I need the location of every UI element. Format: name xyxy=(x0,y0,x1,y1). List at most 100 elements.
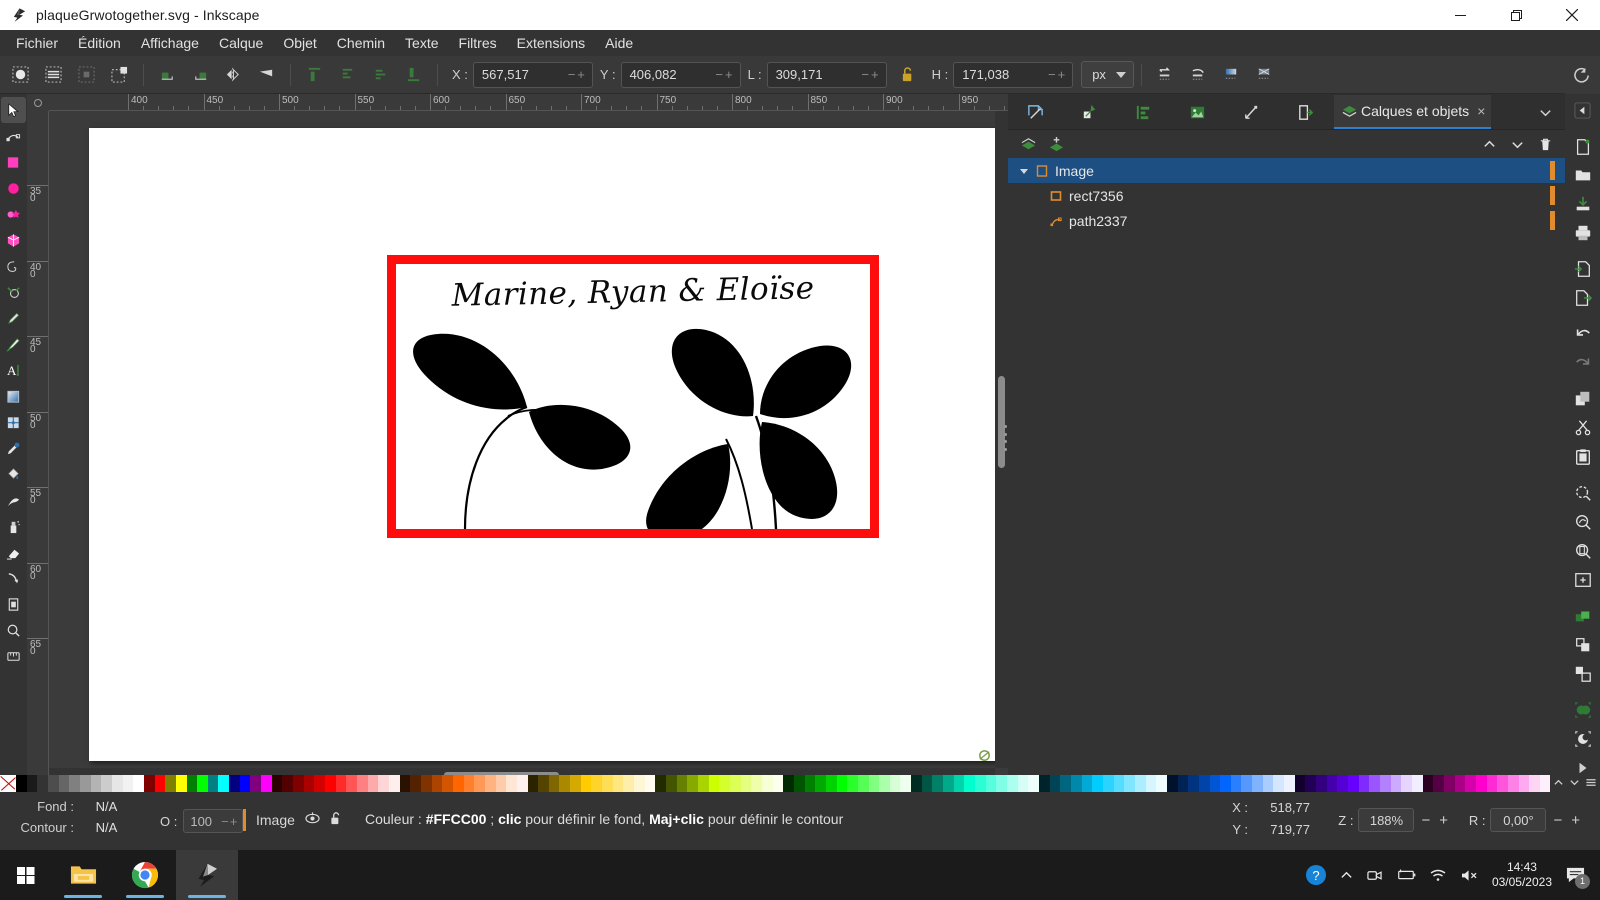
palette-swatch[interactable] xyxy=(1284,775,1295,792)
palette-swatch[interactable] xyxy=(1188,775,1199,792)
palette-swatch[interactable] xyxy=(1358,775,1370,792)
palette-swatch[interactable] xyxy=(1007,775,1018,792)
no-color-swatch[interactable] xyxy=(0,775,16,792)
print-button[interactable] xyxy=(1567,219,1598,248)
palette-swatch[interactable] xyxy=(1380,775,1391,792)
flip-vertical-icon[interactable] xyxy=(251,61,282,89)
height-field[interactable]: 171,038 −+ xyxy=(953,61,1074,88)
object-properties-icon[interactable] xyxy=(1062,95,1116,129)
palette-swatch[interactable] xyxy=(218,775,230,792)
palette-swatch[interactable] xyxy=(825,775,837,792)
palette-swatch[interactable] xyxy=(122,775,134,792)
palette-swatch[interactable] xyxy=(154,775,166,792)
palette-swatch[interactable] xyxy=(1070,775,1082,792)
select-all-layers-icon[interactable] xyxy=(38,61,69,89)
palette-swatch[interactable] xyxy=(367,775,379,792)
layer-row-image[interactable]: Image xyxy=(1008,158,1565,183)
zoom-control[interactable]: Z : 188% − + xyxy=(1338,808,1450,832)
pencil-tool[interactable] xyxy=(1,279,26,305)
zoom-page-button[interactable] xyxy=(1567,537,1598,566)
palette-swatch[interactable] xyxy=(1294,775,1306,792)
palette-swatch[interactable] xyxy=(1081,775,1093,792)
palette-swatch[interactable] xyxy=(964,775,976,792)
palette-swatch[interactable] xyxy=(1049,775,1061,792)
layer-row-rect7356[interactable]: rect7356 xyxy=(1008,183,1565,208)
palette-swatch[interactable] xyxy=(1113,775,1125,792)
palette-swatch[interactable] xyxy=(111,775,123,792)
palette-swatch[interactable] xyxy=(943,775,954,792)
zoom-minus-button[interactable]: − xyxy=(1419,812,1432,829)
palette-swatch[interactable] xyxy=(1145,775,1157,792)
menu-edition[interactable]: Édition xyxy=(68,32,131,54)
rotate-cw-icon[interactable] xyxy=(185,61,216,89)
palette-swatch[interactable] xyxy=(1401,775,1412,792)
export-image-icon[interactable] xyxy=(1170,95,1224,129)
mesh-tool[interactable] xyxy=(1,409,26,435)
battery-icon[interactable] xyxy=(1396,868,1416,882)
vertical-ruler[interactable]: 350 400 450 500 550 600 650 xyxy=(27,111,49,782)
palette-swatch[interactable] xyxy=(996,775,1008,792)
palette-swatch[interactable] xyxy=(399,775,411,792)
rotate-ccw-icon[interactable] xyxy=(152,61,183,89)
save-document-button[interactable] xyxy=(1567,190,1598,219)
layer-row-path2337[interactable]: path2337 xyxy=(1008,208,1565,233)
palette-swatch[interactable] xyxy=(1124,775,1135,792)
palette-swatch[interactable] xyxy=(570,775,581,792)
palette-swatch[interactable] xyxy=(623,775,635,792)
import-button[interactable] xyxy=(1567,255,1598,284)
maximize-button[interactable] xyxy=(1488,0,1544,30)
copy-button[interactable] xyxy=(1567,385,1598,414)
palette-chevron-down-icon[interactable] xyxy=(1569,776,1580,791)
y-field-steppers[interactable]: −+ xyxy=(715,67,739,82)
ungroup-button[interactable] xyxy=(1567,659,1598,688)
new-layer-button[interactable] xyxy=(1014,132,1042,156)
zoom-fit-button[interactable] xyxy=(1567,565,1598,594)
menu-chemin[interactable]: Chemin xyxy=(327,32,395,54)
palette-swatch[interactable] xyxy=(1433,775,1444,792)
raise-layer-chevron-up-icon[interactable] xyxy=(1475,132,1503,156)
scale-stroke-icon[interactable] xyxy=(1150,61,1181,89)
palette-swatch[interactable] xyxy=(484,775,496,792)
paste-button[interactable] xyxy=(1567,443,1598,472)
palette-swatch[interactable] xyxy=(506,775,517,792)
redo-button[interactable] xyxy=(1567,349,1598,378)
palette-swatch[interactable] xyxy=(346,775,357,792)
palette-swatch[interactable] xyxy=(559,775,571,792)
palette-swatch[interactable] xyxy=(729,775,741,792)
palette-swatch[interactable] xyxy=(975,775,986,792)
height-field-steppers[interactable]: −+ xyxy=(1048,67,1072,82)
palette-swatch[interactable] xyxy=(420,775,432,792)
ruler-corner[interactable] xyxy=(27,94,49,111)
menu-extensions[interactable]: Extensions xyxy=(507,32,595,54)
zoom-tool[interactable] xyxy=(1,617,26,643)
palette-swatch[interactable] xyxy=(804,775,816,792)
zoom-plus-button[interactable]: + xyxy=(1437,812,1450,829)
palette-swatches[interactable] xyxy=(16,775,1551,792)
palette-swatch[interactable] xyxy=(1092,775,1103,792)
palette-swatch[interactable] xyxy=(1369,775,1380,792)
palette-swatch[interactable] xyxy=(410,775,421,792)
palette-swatch[interactable] xyxy=(1390,775,1402,792)
palette-swatch[interactable] xyxy=(1156,775,1167,792)
palette-swatch[interactable] xyxy=(175,775,187,792)
connector-tool[interactable] xyxy=(1,565,26,591)
lower-layer-chevron-down-icon[interactable] xyxy=(1503,132,1531,156)
width-field-steppers[interactable]: −+ xyxy=(861,67,885,82)
pen-tool[interactable] xyxy=(1,305,26,331)
palette-swatch[interactable] xyxy=(442,775,453,792)
palette-swatch[interactable] xyxy=(676,775,688,792)
palette-swatch[interactable] xyxy=(516,775,528,792)
palette-swatch[interactable] xyxy=(207,775,219,792)
transform-gradients-icon[interactable] xyxy=(1216,61,1247,89)
menu-calque[interactable]: Calque xyxy=(209,32,273,54)
palette-swatch[interactable] xyxy=(303,775,315,792)
palette-chevron-up-icon[interactable] xyxy=(1553,776,1564,791)
palette-swatch[interactable] xyxy=(1262,775,1274,792)
current-layer-indicator[interactable]: Image xyxy=(243,809,343,831)
palette-swatch[interactable] xyxy=(1305,775,1317,792)
palette-swatch[interactable] xyxy=(1017,775,1029,792)
palette-swatch[interactable] xyxy=(101,775,112,792)
ellipse-tool[interactable] xyxy=(1,175,26,201)
palette-swatch[interactable] xyxy=(495,775,507,792)
color-palette[interactable] xyxy=(0,775,1600,792)
